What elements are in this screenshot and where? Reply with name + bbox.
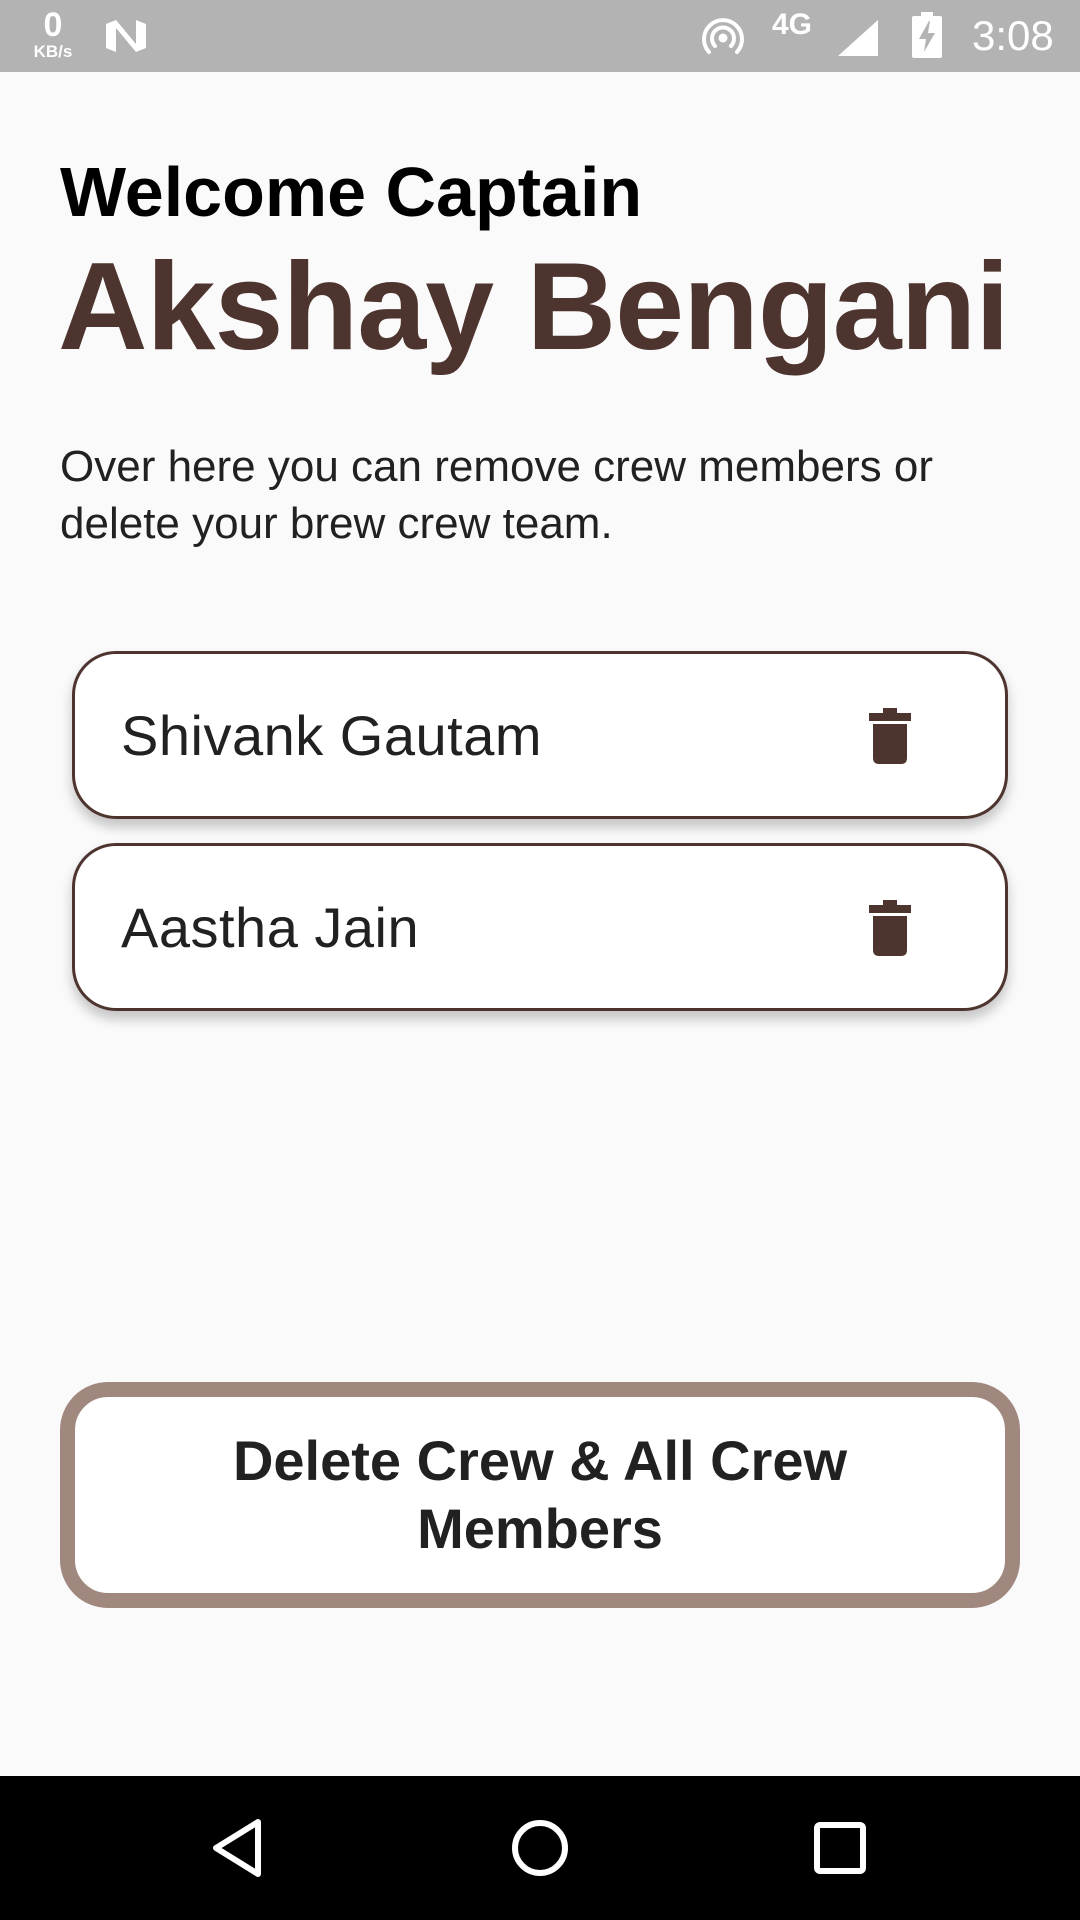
n-notification-icon — [106, 20, 146, 52]
page-description: Over here you can remove crew members or… — [60, 442, 933, 548]
delete-crew-button[interactable]: Delete Crew & All Crew Members — [60, 1382, 1020, 1608]
captain-name: Akshay Bengani — [58, 238, 1010, 376]
net-speed-unit: KB/s — [33, 42, 73, 61]
battery-charging-icon — [912, 12, 942, 58]
network-type-label: 4G — [772, 8, 813, 41]
trash-icon[interactable] — [869, 900, 911, 956]
status-bar: 0 KB/s 4G 3:08 — [0, 0, 1080, 72]
screen: 0 KB/s 4G 3:08 Welcome Captain Akshay Be… — [0, 0, 1080, 1920]
net-speed-indicator: 0 KB/s — [26, 8, 80, 62]
home-icon[interactable] — [500, 1808, 580, 1888]
navigation-bar — [0, 1776, 1080, 1920]
back-icon[interactable] — [200, 1808, 280, 1888]
signal-icon — [838, 20, 878, 56]
crew-member-name: Aastha Jain — [121, 896, 420, 959]
crew-member-card: Aastha Jain — [72, 843, 1008, 1011]
status-clock: 3:08 — [972, 12, 1054, 59]
welcome-heading: Welcome Captain — [60, 153, 643, 231]
crew-member-name: Shivank Gautam — [121, 704, 542, 767]
recents-icon[interactable] — [800, 1808, 880, 1888]
trash-icon[interactable] — [869, 708, 911, 764]
net-speed-value: 0 — [43, 6, 63, 44]
hotspot-icon — [702, 18, 744, 54]
crew-member-card: Shivank Gautam — [72, 651, 1008, 819]
delete-crew-button-label: Delete Crew & All Crew Members — [232, 1429, 848, 1560]
